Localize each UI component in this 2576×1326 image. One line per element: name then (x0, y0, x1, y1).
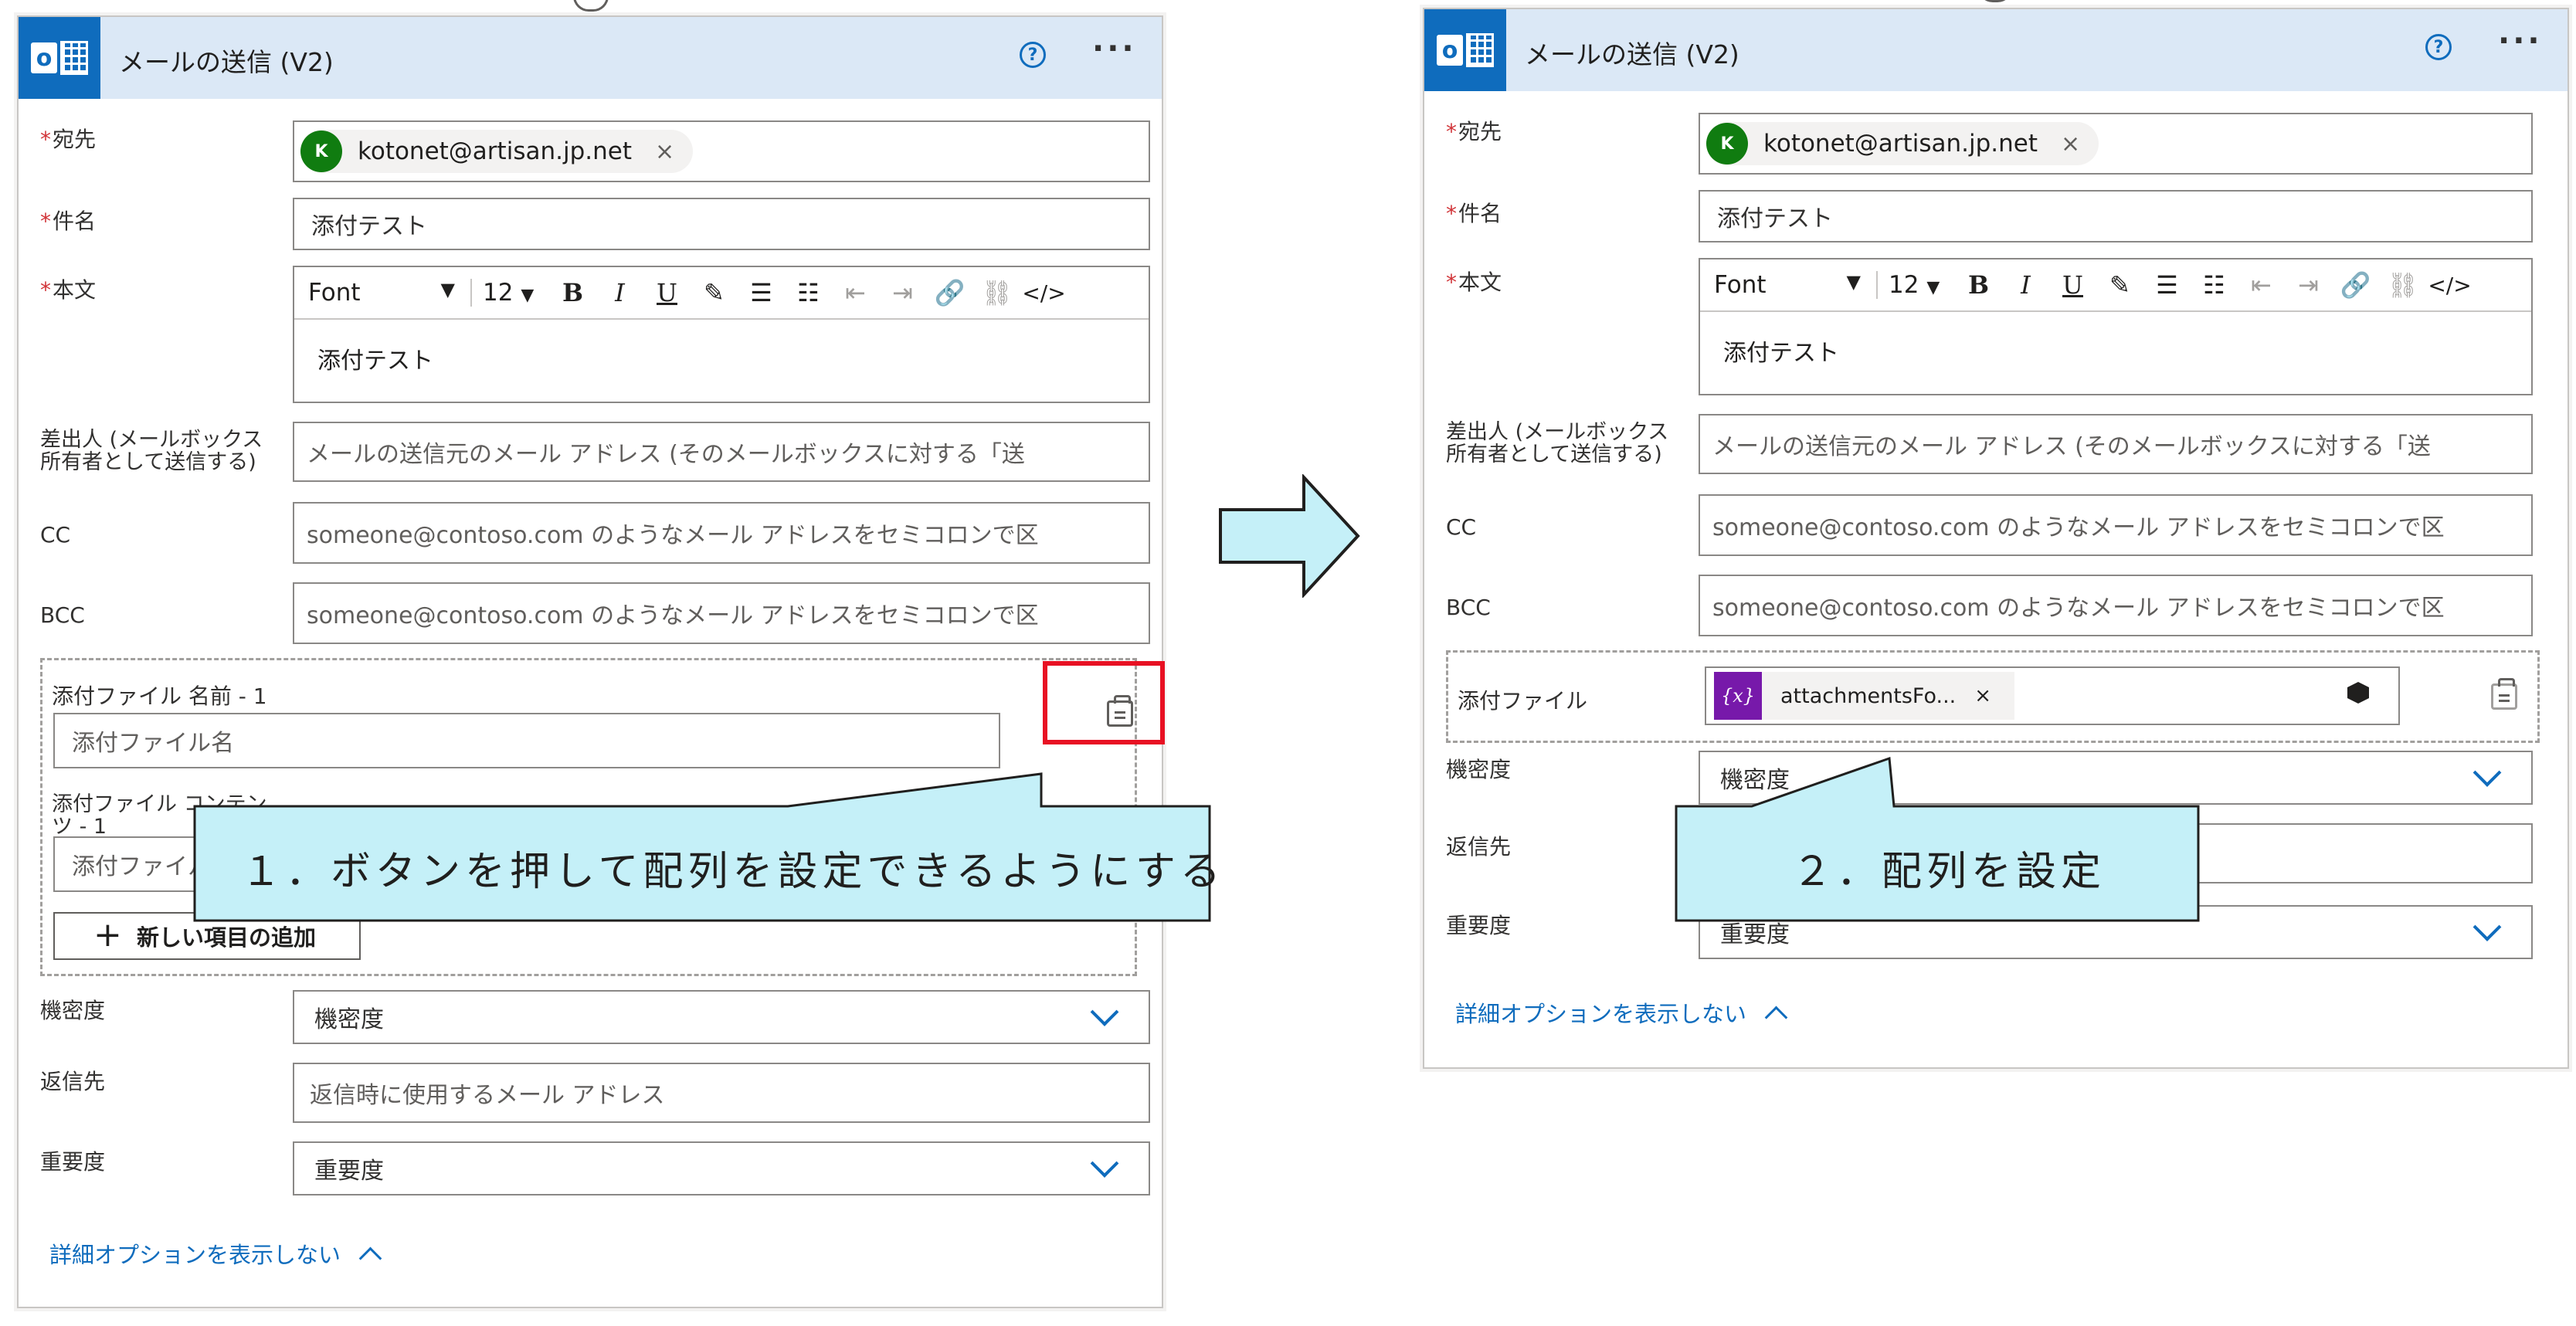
callout-step2-text: ２．配列を設定 (1792, 849, 2106, 895)
callout-step1-text: １．ボタンを押して配列を設定できるようにする (241, 849, 1225, 895)
callout-layer (193, 756, 2200, 922)
